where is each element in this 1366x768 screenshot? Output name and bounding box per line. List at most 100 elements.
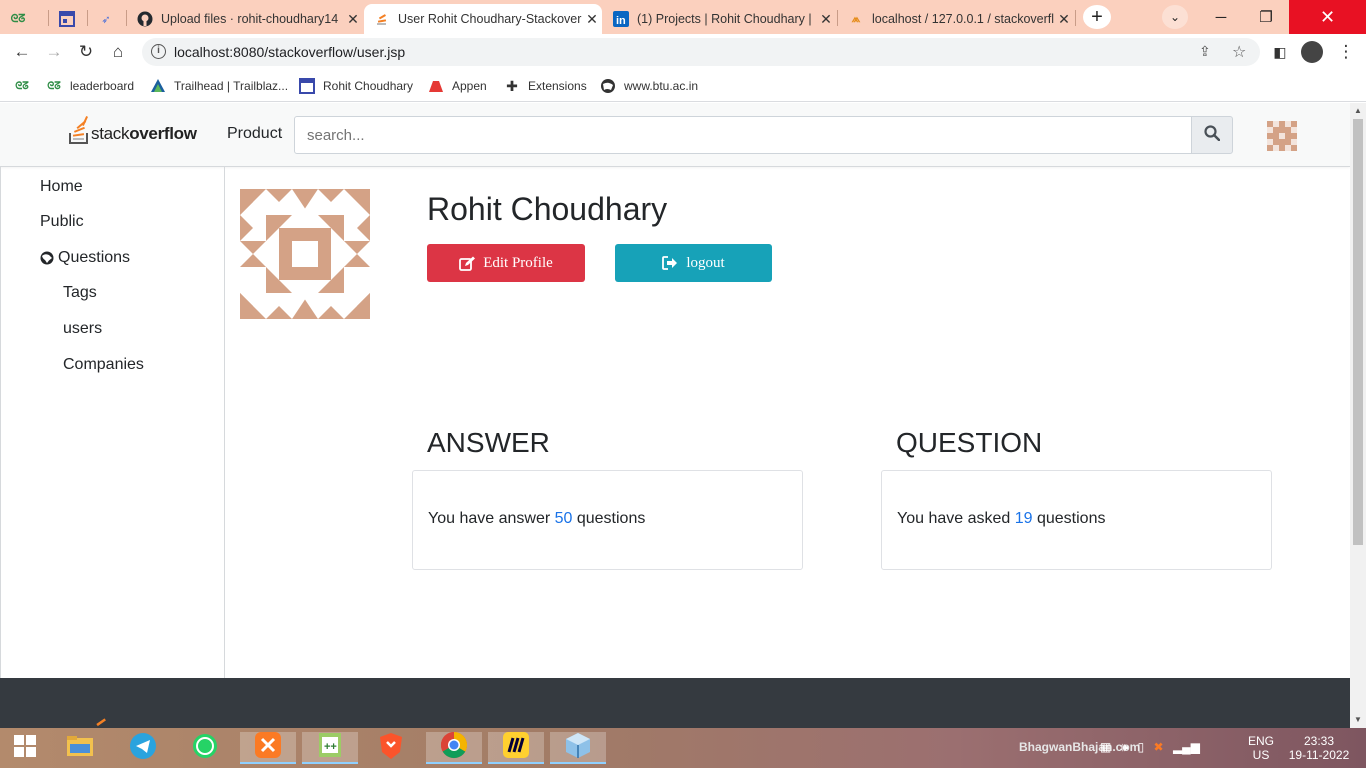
bookmark-appen[interactable]: Appen bbox=[428, 76, 487, 96]
battery-icon: ▯ bbox=[1137, 740, 1145, 754]
profile-button[interactable] bbox=[1300, 40, 1324, 64]
question-card: You have asked 19 questions bbox=[881, 470, 1272, 570]
xampp-tray-icon: ✖ bbox=[1153, 740, 1164, 754]
calendar-icon bbox=[299, 78, 315, 94]
side-panel-button[interactable]: ◧ bbox=[1268, 40, 1292, 64]
tab-geeksforgeeks[interactable]: ᘓᘔ bbox=[0, 4, 48, 34]
address-bar: ← → ↻ ⌂ i localhost:8080/stackoverflow/u… bbox=[0, 34, 1366, 70]
close-icon[interactable]: ✕ bbox=[582, 11, 602, 28]
whatsapp-icon bbox=[191, 732, 219, 765]
trailhead-icon bbox=[150, 78, 166, 94]
answer-summary: You have answer 50 questions bbox=[428, 510, 646, 527]
windows-taskbar: ++ BhagwanBhajan.com ▦ 🕪 ▯ ✖ ▂▄▆ ENG US … bbox=[0, 728, 1366, 768]
stackoverflow-icon bbox=[374, 11, 390, 27]
site-info-icon[interactable]: i bbox=[151, 44, 166, 59]
svg-text:++: ++ bbox=[324, 741, 337, 753]
back-button[interactable]: ← bbox=[10, 40, 34, 64]
reload-icon: ↻ bbox=[78, 42, 94, 61]
stackoverflow-logo-icon bbox=[68, 115, 90, 145]
taskbar-file-explorer[interactable] bbox=[60, 732, 100, 764]
taskbar-miro[interactable] bbox=[488, 731, 544, 764]
profile-avatar bbox=[240, 189, 370, 319]
search-input[interactable] bbox=[294, 116, 1192, 154]
close-window-button[interactable]: ✕ bbox=[1289, 0, 1366, 34]
left-sidebar: Home Public Questions Tags users Compani… bbox=[0, 167, 225, 678]
arrow-left-icon: ← bbox=[13, 42, 31, 61]
sidebar-item-public[interactable]: Public bbox=[40, 213, 84, 231]
clock[interactable]: 23:33 19-11-2022 bbox=[1288, 734, 1350, 762]
sidebar-item-tags[interactable]: Tags bbox=[63, 284, 97, 302]
arrow-right-icon: → bbox=[45, 42, 63, 61]
wifi-icon: ▂▄▆ bbox=[1172, 740, 1200, 754]
windows-start-icon bbox=[14, 734, 36, 762]
question-summary: You have asked 19 questions bbox=[897, 510, 1106, 527]
tray-icons[interactable]: ▦ 🕪 ▯ ✖ ▂▄▆ bbox=[1100, 740, 1200, 754]
calendar-icon bbox=[59, 11, 75, 27]
forward-button[interactable]: → bbox=[42, 40, 66, 64]
url-field[interactable]: i localhost:8080/stackoverflow/user.jsp … bbox=[142, 38, 1260, 66]
taskbar-telegram[interactable] bbox=[123, 732, 163, 764]
windows-start-button[interactable] bbox=[5, 732, 45, 764]
edit-profile-button[interactable]: Edit Profile bbox=[427, 244, 585, 282]
restore-button[interactable]: ❐ bbox=[1243, 0, 1289, 34]
rocket-icon: ➶ bbox=[101, 13, 111, 26]
taskbar-brave[interactable] bbox=[371, 732, 411, 764]
new-tab-button[interactable]: + bbox=[1083, 5, 1111, 29]
reload-button[interactable]: ↻ bbox=[74, 40, 98, 64]
bookmark-extensions[interactable]: ✚ Extensions bbox=[504, 76, 587, 96]
sidebar-item-users[interactable]: users bbox=[63, 320, 102, 338]
answer-card: You have answer 50 questions bbox=[412, 470, 803, 570]
taskbar-virtualbox[interactable] bbox=[550, 732, 606, 764]
taskbar-chrome[interactable] bbox=[426, 731, 482, 764]
share-icon[interactable]: ⇪ bbox=[1199, 43, 1211, 60]
user-avatar[interactable] bbox=[1267, 121, 1297, 151]
scroll-down-icon[interactable]: ▼ bbox=[1353, 715, 1363, 725]
taskbar-whatsapp[interactable] bbox=[185, 732, 225, 764]
star-icon[interactable]: ☆ bbox=[1232, 42, 1246, 62]
menu-button[interactable]: ⋮ bbox=[1334, 40, 1358, 64]
globe-icon bbox=[40, 251, 54, 265]
home-button[interactable]: ⌂ bbox=[106, 40, 130, 64]
page-scrollbar[interactable]: ▲ ▼ bbox=[1350, 103, 1366, 728]
sign-out-icon bbox=[662, 256, 678, 270]
tab-github[interactable]: Upload files · rohit-choudhary14 ✕ bbox=[127, 4, 363, 34]
stackoverflow-logo[interactable]: stackoverflow bbox=[68, 111, 197, 145]
phpmyadmin-icon: ⩕ bbox=[851, 12, 861, 25]
bookmark-geeksforgeeks[interactable]: ᘓᘔ bbox=[14, 76, 38, 96]
home-icon: ⌂ bbox=[112, 42, 124, 61]
close-icon[interactable]: ✕ bbox=[343, 11, 363, 28]
close-icon[interactable]: ✕ bbox=[816, 11, 836, 28]
tab-calendar[interactable] bbox=[49, 4, 87, 34]
input-language[interactable]: ENG US bbox=[1246, 734, 1276, 762]
close-icon[interactable]: ✕ bbox=[1054, 11, 1074, 28]
appen-icon bbox=[428, 78, 444, 94]
bookmarks-bar: ᘓᘔ ᘓᘔ leaderboard Trailhead | Trailblaz..… bbox=[0, 70, 1366, 102]
scrollbar-thumb[interactable] bbox=[1353, 119, 1363, 545]
minimize-button[interactable]: ─ bbox=[1198, 0, 1244, 34]
question-count[interactable]: 19 bbox=[1015, 510, 1033, 527]
bookmark-rohit-choudhary[interactable]: Rohit Choudhary bbox=[299, 76, 413, 96]
chevron-down-icon: ⌄ bbox=[1169, 10, 1181, 24]
brave-icon bbox=[378, 732, 404, 765]
tab-search-button[interactable]: ⌄ bbox=[1162, 5, 1188, 29]
product-menu[interactable]: Product bbox=[227, 125, 282, 143]
sidebar-item-companies[interactable]: Companies bbox=[63, 356, 144, 374]
bookmark-btu[interactable]: www.btu.ac.in bbox=[600, 76, 698, 96]
bookmark-trailhead[interactable]: Trailhead | Trailblaz... bbox=[150, 76, 288, 96]
tab-linkedin[interactable]: in (1) Projects | Rohit Choudhary | L ✕ bbox=[603, 4, 836, 34]
tab-rocket[interactable]: ➶ bbox=[88, 4, 126, 34]
answer-count[interactable]: 50 bbox=[555, 510, 573, 527]
search-button[interactable] bbox=[1191, 116, 1233, 154]
tab-stackoverflow[interactable]: User Rohit Choudhary-Stackover ✕ bbox=[364, 4, 602, 34]
tab-phpmyadmin[interactable]: ⩕ localhost / 127.0.0.1 / stackoverfl ✕ bbox=[838, 4, 1074, 34]
sidebar-item-home[interactable]: Home bbox=[40, 178, 83, 196]
taskbar-xampp[interactable] bbox=[240, 731, 296, 764]
logout-button[interactable]: logout bbox=[615, 244, 772, 282]
page-viewport: stackoverflow Product Home Public Questi… bbox=[0, 103, 1350, 728]
scroll-up-icon[interactable]: ▲ bbox=[1353, 106, 1363, 116]
bookmark-leaderboard[interactable]: ᘓᘔ leaderboard bbox=[46, 76, 134, 96]
svg-text:in: in bbox=[616, 15, 626, 27]
sidebar-item-questions[interactable]: Questions bbox=[40, 249, 130, 267]
taskbar-notepad-plus-plus[interactable]: ++ bbox=[302, 732, 358, 764]
side-panel-icon: ◧ bbox=[1273, 43, 1287, 60]
